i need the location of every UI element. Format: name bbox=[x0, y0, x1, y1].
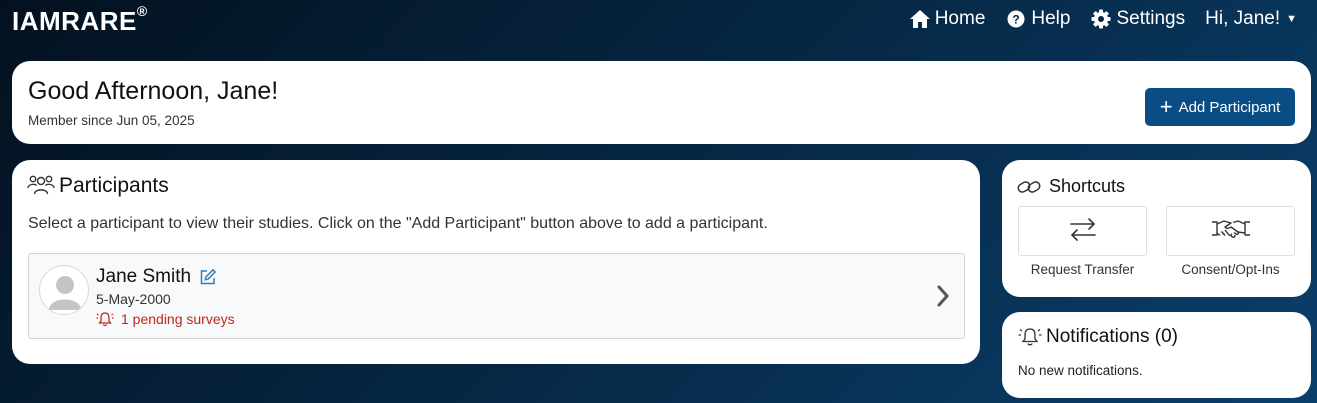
nav-home[interactable]: Home bbox=[909, 8, 986, 30]
shortcut-consent-opt-ins-label: Consent/Opt-Ins bbox=[1181, 262, 1280, 277]
add-participant-button[interactable]: + Add Participant bbox=[1145, 88, 1295, 126]
people-group-icon bbox=[27, 174, 55, 198]
nav-home-label: Home bbox=[934, 8, 986, 29]
shortcut-request-transfer[interactable] bbox=[1018, 206, 1147, 256]
no-notifications-text: No new notifications. bbox=[1018, 363, 1143, 378]
participant-dob: 5-May-2000 bbox=[96, 291, 171, 307]
participants-card: Participants Select a participant to vie… bbox=[12, 160, 980, 364]
gear-icon bbox=[1090, 8, 1112, 30]
main-nav: Home ? Help Settings Hi, Jane! ▼ bbox=[889, 8, 1297, 30]
link-icon bbox=[1017, 178, 1041, 196]
greeting-heading: Good Afternoon, Jane! bbox=[28, 77, 279, 105]
member-since-text: Member since Jun 05, 2025 bbox=[28, 113, 195, 128]
nav-settings-label: Settings bbox=[1116, 8, 1186, 29]
participants-heading: Participants bbox=[27, 174, 169, 198]
bell-icon bbox=[1017, 326, 1043, 348]
shortcut-request-transfer-label: Request Transfer bbox=[1030, 262, 1135, 277]
participants-title: Participants bbox=[59, 174, 169, 197]
handshake-icon bbox=[1211, 216, 1251, 247]
top-navbar: IAMRARE® Home ? Help Settings Hi, Jane! … bbox=[0, 0, 1317, 44]
shortcuts-card: Shortcuts Request Transfer Consent/Opt-I… bbox=[1002, 160, 1311, 297]
nav-help[interactable]: ? Help bbox=[1005, 8, 1070, 30]
notifications-heading: Notifications (0) bbox=[1017, 326, 1178, 348]
nav-settings[interactable]: Settings bbox=[1090, 8, 1185, 30]
brand-registered-mark: ® bbox=[136, 3, 148, 20]
participant-name-text: Jane Smith bbox=[96, 266, 192, 287]
caret-down-icon: ▼ bbox=[1286, 13, 1297, 25]
avatar bbox=[39, 265, 89, 315]
nav-help-label: Help bbox=[1031, 8, 1071, 29]
pending-surveys-indicator: 1 pending surveys bbox=[96, 311, 235, 327]
shortcuts-heading: Shortcuts bbox=[1017, 176, 1125, 197]
notifications-title: Notifications (0) bbox=[1046, 326, 1178, 347]
question-circle-icon: ? bbox=[1005, 8, 1027, 30]
svg-text:?: ? bbox=[1013, 13, 1020, 27]
plus-icon: + bbox=[1159, 94, 1173, 119]
pending-surveys-text: 1 pending surveys bbox=[121, 311, 235, 327]
notifications-card: Notifications (0) No new notifications. bbox=[1002, 312, 1311, 398]
user-greeting: Hi, Jane! bbox=[1205, 8, 1281, 29]
brand-logo[interactable]: IAMRARE® bbox=[12, 3, 148, 37]
participant-row[interactable]: Jane Smith 5-May-2000 1 pending surveys bbox=[28, 253, 965, 339]
add-participant-label: Add Participant bbox=[1178, 98, 1281, 116]
user-menu[interactable]: Hi, Jane! ▼ bbox=[1205, 8, 1297, 30]
welcome-card: Good Afternoon, Jane! Member since Jun 0… bbox=[12, 61, 1311, 144]
shortcuts-title: Shortcuts bbox=[1049, 176, 1126, 196]
edit-icon[interactable] bbox=[199, 268, 217, 286]
shortcut-consent-opt-ins[interactable] bbox=[1166, 206, 1295, 256]
chevron-right-icon bbox=[936, 284, 950, 313]
home-icon bbox=[909, 8, 931, 30]
brand-name: IAMRARE bbox=[12, 6, 137, 36]
participants-description: Select a participant to view their studi… bbox=[28, 215, 768, 232]
bell-alert-icon bbox=[96, 311, 114, 327]
transfer-arrows-icon bbox=[1068, 215, 1098, 248]
participant-name: Jane Smith bbox=[96, 266, 217, 288]
